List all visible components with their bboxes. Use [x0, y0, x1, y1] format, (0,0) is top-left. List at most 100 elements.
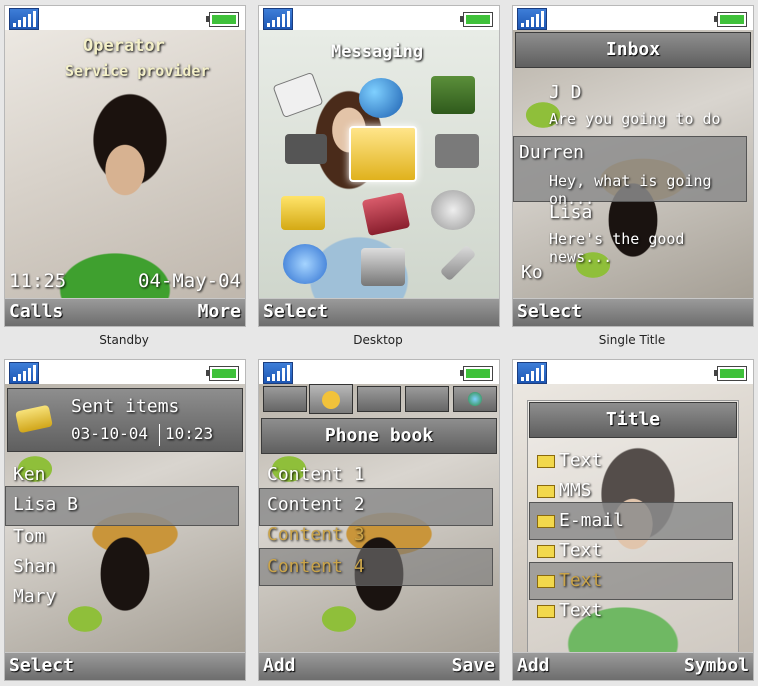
list-item[interactable]: Tom	[13, 526, 46, 547]
softkey-left[interactable]: Select	[9, 655, 74, 676]
wallpaper: Phone book Content 1 Content 2 Content 3…	[259, 384, 499, 653]
menu-item[interactable]: E-mail	[537, 510, 624, 531]
desktop-title: Messaging	[331, 42, 424, 62]
list-item[interactable]: Ken	[13, 464, 46, 485]
service-provider-label: Service provider	[65, 62, 210, 80]
status-bar	[513, 360, 753, 384]
inbox-sender[interactable]: Lisa	[549, 202, 592, 223]
battery-icon	[206, 366, 239, 381]
menu-item[interactable]: Text	[537, 540, 602, 561]
softkey-left[interactable]: Select	[263, 301, 328, 322]
status-bar	[5, 360, 245, 384]
tools-wrench-icon[interactable]	[439, 244, 477, 282]
signal-icon	[517, 8, 547, 30]
status-bar	[513, 6, 753, 30]
screen-title: Inbox	[515, 32, 751, 68]
softkey-bar: Select	[513, 298, 753, 326]
tab-contacts-card-icon[interactable]	[263, 386, 307, 412]
camera-icon[interactable]	[285, 134, 327, 164]
list-item[interactable]: Content 2	[267, 494, 365, 515]
status-bar	[5, 6, 245, 30]
phone-sent-items: Sent items 03-10-04 10:23 Ken Lisa B Tom…	[4, 359, 246, 681]
inbox-preview: Here's the good news...	[549, 230, 685, 266]
mail-icon	[537, 514, 555, 528]
header-time: 10:23	[165, 424, 214, 443]
wallpaper: Sent items 03-10-04 10:23 Ken Lisa B Tom…	[5, 384, 245, 653]
wallpaper: Messaging	[259, 30, 499, 299]
list-item[interactable]: Content 1	[267, 464, 365, 485]
inbox-sender[interactable]: J D	[549, 82, 582, 103]
signal-icon	[9, 8, 39, 30]
header-date: 03-10-04	[71, 424, 149, 443]
connectivity-icon[interactable]	[283, 244, 327, 284]
softkey-left[interactable]: Add	[263, 655, 296, 676]
settings-dial-icon[interactable]	[431, 190, 475, 230]
phone-phonebook: Phone book Content 1 Content 2 Content 3…	[258, 359, 500, 681]
menu-item[interactable]: Text	[537, 450, 602, 471]
list-item[interactable]: Mary	[13, 586, 56, 607]
softkey-right[interactable]: Symbol	[684, 655, 749, 676]
mail-icon	[537, 544, 555, 558]
screen-title: Sent items	[71, 396, 180, 417]
media-player-icon[interactable]	[431, 76, 475, 114]
phone-standby: Operator Service provider 11:25 04-May-0…	[4, 5, 246, 327]
internet-globe-icon[interactable]	[359, 78, 403, 118]
popup-title: Title	[529, 402, 737, 438]
inbox-sender[interactable]: Durren	[519, 142, 584, 163]
list-item[interactable]: Lisa B	[13, 494, 78, 515]
menu-item[interactable]: Text	[537, 600, 602, 621]
softkey-bar: Add Save	[259, 652, 499, 680]
wallpaper: Operator Service provider 11:25 04-May-0…	[5, 30, 245, 299]
signal-icon	[517, 362, 547, 384]
battery-icon	[460, 12, 493, 27]
softkey-left[interactable]: Calls	[9, 301, 63, 322]
phone-desktop: Messaging Select	[258, 5, 500, 327]
list-item[interactable]: Content 4	[267, 556, 365, 577]
calendar-icon[interactable]	[361, 248, 405, 286]
wallpaper: Inbox J D Are you going to do Durren Hey…	[513, 30, 753, 299]
inbox-preview: Are you going to do	[549, 110, 721, 128]
battery-icon	[714, 12, 747, 27]
caption-standby: Standby	[99, 333, 149, 347]
softkey-left[interactable]: Select	[517, 301, 582, 322]
battery-icon	[714, 366, 747, 381]
softkey-bar: Calls More	[5, 298, 245, 326]
list-item[interactable]: Content 3	[267, 524, 365, 545]
mail-icon	[537, 454, 555, 468]
softkey-left[interactable]: Add	[517, 655, 550, 676]
phone-title-popup: Title Text MMS E-mail Text Text Text Add…	[512, 359, 754, 681]
caption-desktop: Desktop	[353, 333, 403, 347]
battery-icon	[460, 366, 493, 381]
signal-icon	[263, 8, 293, 30]
softkey-right[interactable]: More	[198, 301, 241, 322]
status-bar	[259, 6, 499, 30]
tab-phonebook-face-icon[interactable]	[309, 384, 353, 414]
wallpaper: Title Text MMS E-mail Text Text Text	[513, 384, 753, 653]
mail-icon	[537, 604, 555, 618]
messaging-envelope-icon[interactable]	[349, 126, 417, 182]
tab-groups-icon[interactable]	[357, 386, 401, 412]
header-divider	[159, 424, 160, 446]
clock-date: 04-May-04	[138, 270, 241, 292]
tab-globe-icon[interactable]	[453, 386, 497, 412]
mail-icon	[537, 574, 555, 588]
notes-icon[interactable]	[272, 71, 324, 119]
softkey-right[interactable]: Save	[452, 655, 495, 676]
signal-icon	[263, 362, 293, 384]
screen-title: Phone book	[261, 418, 497, 454]
phone-inbox: Inbox J D Are you going to do Durren Hey…	[512, 5, 754, 327]
clock-time: 11:25	[9, 270, 67, 292]
radio-icon[interactable]	[435, 134, 479, 168]
battery-icon	[206, 12, 239, 27]
status-bar	[259, 360, 499, 384]
tab-notes-icon[interactable]	[405, 386, 449, 412]
mail-icon	[537, 484, 555, 498]
softkey-bar: Add Symbol	[513, 652, 753, 680]
organizer-book-icon[interactable]	[361, 192, 411, 236]
tab-strip	[263, 384, 497, 414]
folder-icon[interactable]	[281, 196, 325, 230]
menu-item[interactable]: MMS	[537, 480, 592, 501]
inbox-sender[interactable]: Ko	[521, 262, 543, 283]
menu-item[interactable]: Text	[537, 570, 602, 591]
list-item[interactable]: Shan	[13, 556, 56, 577]
